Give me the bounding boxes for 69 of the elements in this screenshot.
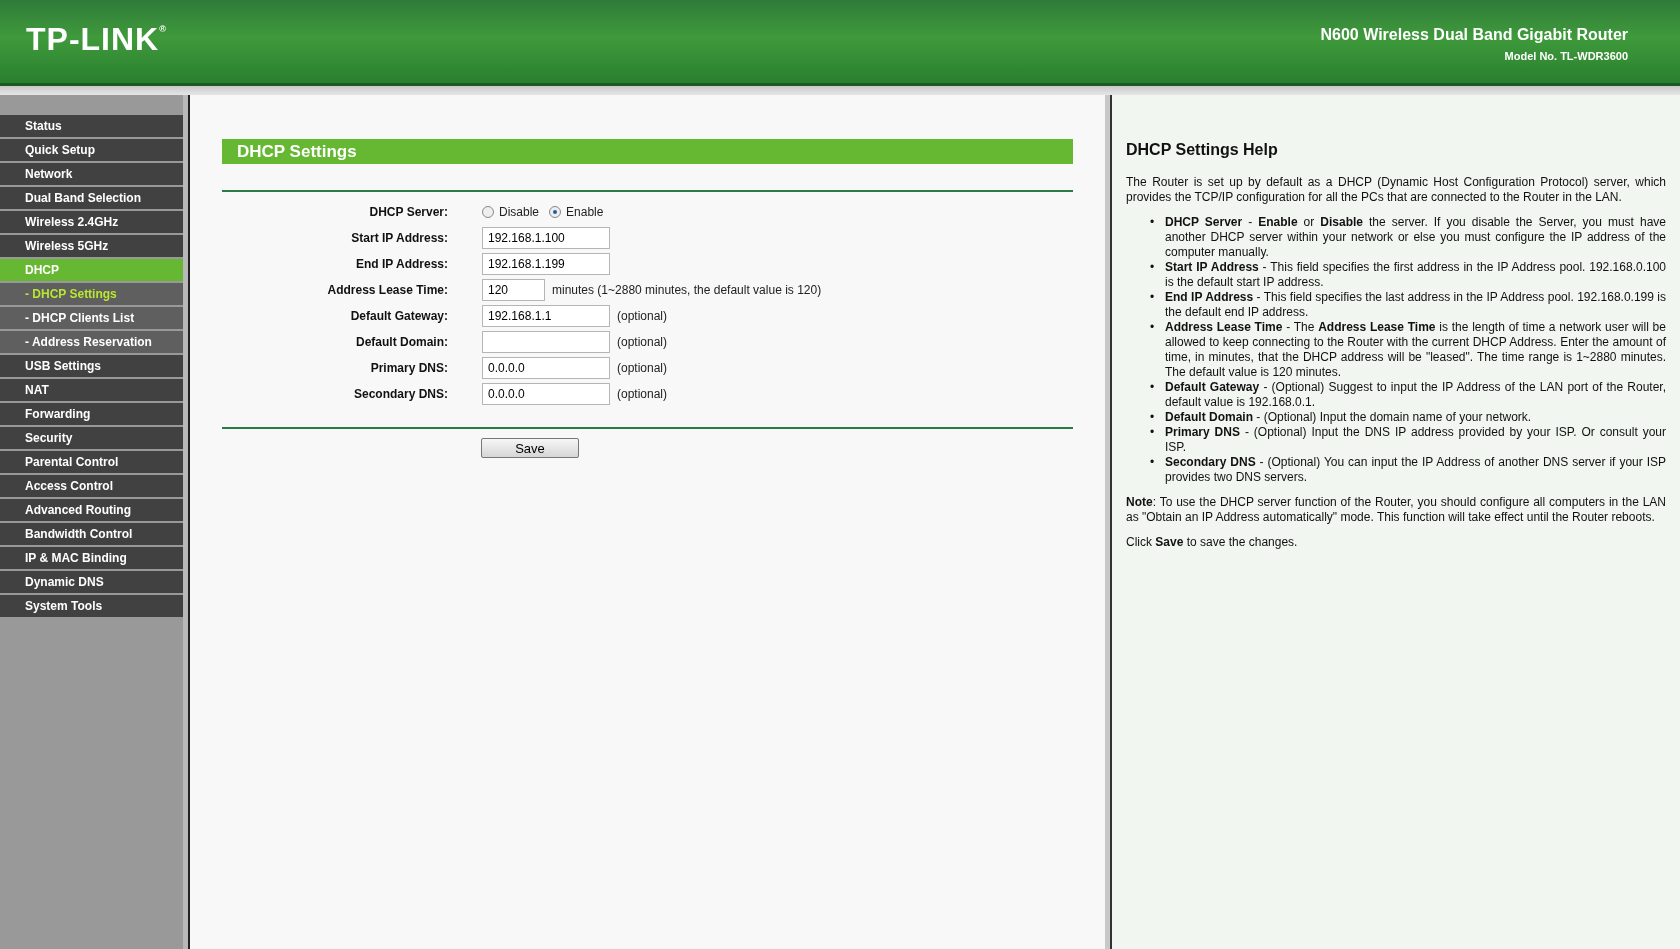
help-title: DHCP Settings Help — [1126, 141, 1279, 159]
sidebar-item[interactable]: - Address Reservation — [0, 331, 183, 353]
sidebar-item[interactable]: Access Control — [0, 475, 183, 497]
help-item: Secondary DNS - (Optional) You can input the IP Address of another DNS server if your ISP provides two DNS servers. — [1165, 455, 1666, 485]
input-field[interactable] — [482, 331, 610, 353]
bullet: • — [1150, 455, 1156, 471]
field-label: Address Lease Time: — [326, 283, 449, 297]
input-field[interactable]: 0.0.0.0 — [482, 383, 610, 405]
help-note: Note: To use the DHCP server function of the Router, you should configure all computers in the LAN as "Obtain an IP Address automatically" mode. This function will take effect until the Router reboots. — [1126, 495, 1666, 525]
bullet: • — [1150, 410, 1156, 425]
sidebar-item[interactable]: Forwarding — [0, 403, 183, 425]
help-item: Address Lease Time - The Address Lease Time is the length of time a network user will be allowed to keep connecting to the Router with the current DHCP Address. Enter the amount of time, in minutes, that the DHCP address will be "leased". The time range is 1~2880 minutes. The default value is 120 minutes. — [1165, 320, 1666, 380]
field-hint: (optional) — [617, 335, 668, 349]
input-field[interactable]: 120 — [482, 279, 545, 301]
sidebar-item[interactable]: - DHCP Settings — [0, 283, 183, 305]
bullet: • — [1150, 215, 1156, 231]
help-item: DHCP Server - Enable or Disable the server. If you disable the Server, you must have another DHCP server within your network or else you must configure the IP address of the computer manually. — [1165, 215, 1666, 260]
radio-label: Enable — [566, 205, 604, 219]
field-label: DHCP Server: — [368, 205, 449, 219]
sidebar-item[interactable]: Bandwidth Control — [0, 523, 183, 545]
field-label: Secondary DNS: — [352, 387, 449, 401]
help-paragraph: Click Save to save the changes. — [1126, 535, 1299, 550]
product-name: N600 Wireless Dual Band Gigabit Router — [1320, 25, 1628, 44]
field-label: Default Domain: — [355, 335, 449, 349]
field-label: Default Gateway: — [349, 309, 449, 323]
input-field[interactable]: 0.0.0.0 — [482, 357, 610, 379]
help-item: Default Domain - (Optional) Input the domain name of your network. — [1165, 410, 1533, 425]
logo: TP-LINK$^{®}$ — [26, 21, 167, 58]
field-hint: minutes (1~2880 minutes, the default value is 120) — [552, 283, 822, 297]
input-field[interactable]: 192.168.1.199 — [482, 253, 610, 275]
field-label: Start IP Address: — [350, 231, 449, 245]
sidebar-item[interactable]: Security — [0, 427, 183, 449]
sidebar-item[interactable]: IP & MAC Binding — [0, 547, 183, 569]
sidebar-item[interactable]: Wireless 2.4GHz — [0, 211, 183, 233]
field-hint: (optional) — [617, 387, 668, 401]
bullet: • — [1150, 380, 1156, 396]
bullet: • — [1150, 260, 1156, 276]
help-item: Default Gateway - (Optional) Suggest to input the IP Address of the LAN port of the Router, default value is 192.168.0.1. — [1165, 380, 1666, 410]
sidebar-item[interactable]: Network — [0, 163, 183, 185]
help-item: Start IP Address - This field specifies the first address in the IP Address pool. 192.168.0.100 is the default start IP address. — [1165, 260, 1666, 290]
sidebar-item[interactable]: System Tools — [0, 595, 183, 617]
input-field[interactable]: 192.168.1.1 — [482, 305, 610, 327]
sidebar-item[interactable]: - DHCP Clients List — [0, 307, 183, 329]
help-item: Primary DNS - (Optional) Input the DNS IP address provided by your ISP. Or consult your ISP. — [1165, 425, 1666, 455]
radio-button[interactable] — [482, 206, 494, 218]
model-number: Model No. TL-WDR3600 — [1504, 49, 1628, 62]
input-field[interactable]: 192.168.1.100 — [482, 227, 610, 249]
field-hint: (optional) — [617, 361, 668, 375]
save-button[interactable]: Save — [481, 438, 579, 458]
field-hint: (optional) — [617, 309, 668, 323]
sidebar-item[interactable]: Parental Control — [0, 451, 183, 473]
bullet: • — [1150, 425, 1156, 441]
radio-label: Disable — [499, 205, 540, 219]
sidebar-item[interactable]: Quick Setup — [0, 139, 183, 161]
radio-button[interactable] — [549, 206, 562, 218]
sidebar-item[interactable]: USB Settings — [0, 355, 183, 377]
field-label: End IP Address: — [354, 257, 449, 271]
sidebar-item[interactable]: Status — [0, 115, 183, 137]
section-title: DHCP Settings — [222, 139, 1073, 164]
help-item: End IP Address - This field specifies the last address in the IP Address pool. 192.168.0.199 is the default end IP address. — [1165, 290, 1666, 320]
sidebar-item[interactable]: NAT — [0, 379, 183, 401]
sidebar-item[interactable]: Wireless 5GHz — [0, 235, 183, 257]
bullet: • — [1150, 290, 1156, 306]
help-paragraph: The Router is set up by default as a DHCP (Dynamic Host Configuration Protocol) server, which provides the TCP/IP configuration for all the PCs that are connected to the Router in the LAN. — [1126, 175, 1666, 205]
field-label: Primary DNS: — [369, 361, 449, 375]
sidebar-item[interactable]: Dynamic DNS — [0, 571, 183, 593]
bullet: • — [1150, 320, 1156, 336]
sidebar-item[interactable]: Advanced Routing — [0, 499, 183, 521]
sidebar-item[interactable]: Dual Band Selection — [0, 187, 183, 209]
